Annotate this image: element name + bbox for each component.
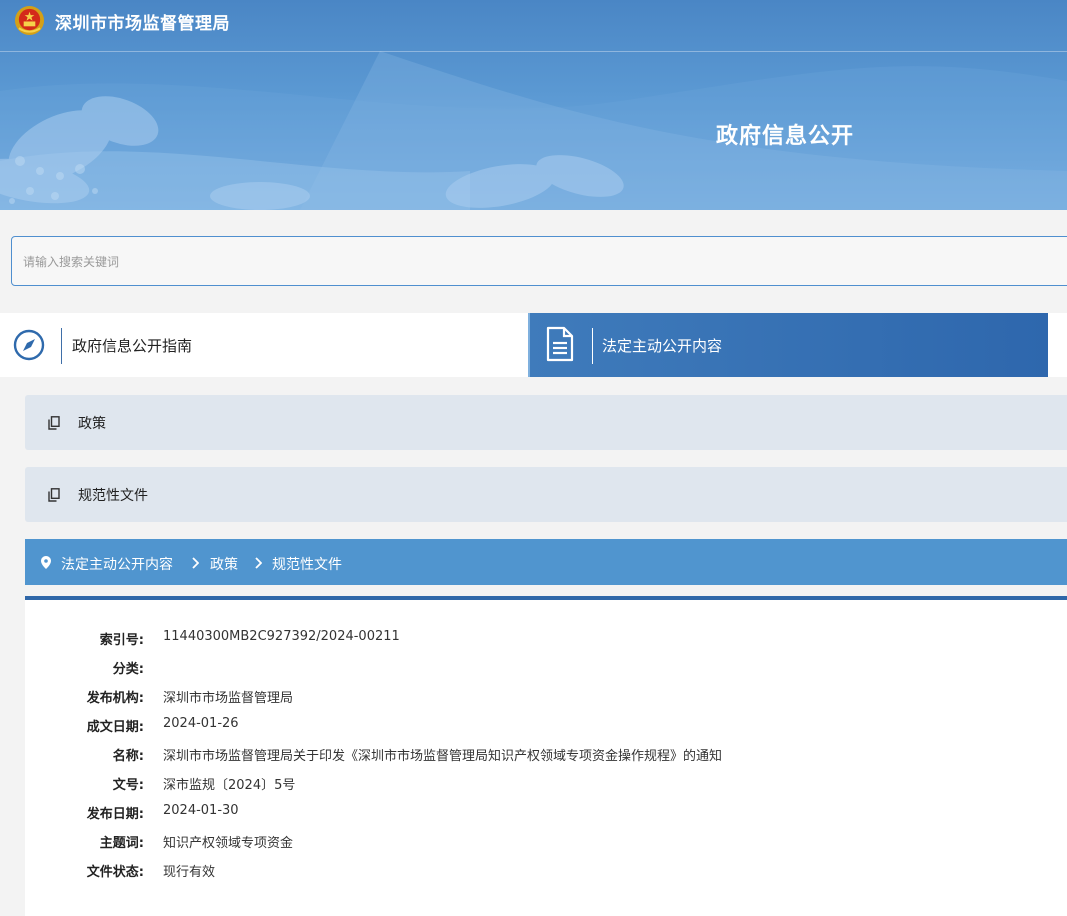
- meta-value: 2024-01-26: [163, 716, 239, 731]
- copy-icon: [48, 488, 60, 502]
- meta-label: 文号:: [112, 778, 144, 793]
- category-policy[interactable]: 政策: [25, 395, 1067, 450]
- chevron-right-icon: [192, 557, 199, 569]
- chevron-right-icon: [255, 557, 262, 569]
- meta-label: 发布机构:: [86, 691, 144, 706]
- banner-title: 政府信息公开: [716, 124, 855, 149]
- breadcrumb: 法定主动公开内容 政策 规范性文件: [25, 539, 1067, 585]
- lotus-background-art: [0, 51, 1067, 210]
- agency-name[interactable]: 深圳市市场监督管理局: [55, 9, 230, 34]
- breadcrumb-statutory-disclosure[interactable]: 法定主动公开内容: [61, 554, 173, 574]
- document-icon: [546, 326, 574, 362]
- meta-label: 文件状态:: [86, 865, 144, 880]
- tab-next-edge: [1057, 313, 1067, 377]
- meta-label: 发布日期:: [86, 807, 144, 822]
- tab-label: 政府信息公开指南: [72, 337, 193, 355]
- breadcrumb-policy[interactable]: 政策: [210, 554, 238, 574]
- meta-label: 名称:: [112, 749, 144, 764]
- meta-value: 深圳市市场监督管理局: [163, 691, 294, 706]
- meta-label: 成文日期:: [86, 720, 144, 735]
- tab-bar: 政府信息公开指南 法定主动公开内容: [0, 313, 1067, 377]
- category-label: 政策: [78, 416, 106, 432]
- tab-divider: [592, 328, 593, 364]
- meta-value: 深圳市市场监督管理局关于印发《深圳市市场监督管理局知识产权领域专项资金操作规程》…: [163, 749, 723, 764]
- meta-value: 现行有效: [163, 865, 216, 880]
- copy-icon: [48, 416, 60, 430]
- search-box: [11, 236, 1067, 287]
- meta-value: 知识产权领域专项资金: [163, 836, 294, 851]
- meta-value: 11440300MB2C927392/2024-00211: [163, 629, 400, 644]
- search-input[interactable]: [21, 237, 1065, 287]
- national-emblem-icon: [14, 5, 45, 36]
- category-label: 规范性文件: [78, 488, 148, 504]
- compass-icon: [13, 329, 45, 361]
- header-banner: 深圳市市场监督管理局 政府信息公开: [0, 0, 1067, 210]
- meta-label: 主题词:: [99, 836, 144, 851]
- category-normative-documents[interactable]: 规范性文件: [25, 467, 1067, 522]
- document-meta-panel: 索引号: 11440300MB2C927392/2024-00211 分类: 发…: [25, 596, 1067, 916]
- meta-value: 深市监规〔2024〕5号: [163, 778, 296, 793]
- tab-disclosure-guide[interactable]: 政府信息公开指南: [0, 313, 520, 377]
- breadcrumb-normative-documents[interactable]: 规范性文件: [272, 554, 342, 574]
- meta-label: 分类:: [112, 662, 144, 677]
- top-bar: 深圳市市场监督管理局: [0, 0, 1067, 52]
- meta-label: 索引号:: [99, 633, 144, 648]
- location-pin-icon: [41, 556, 51, 569]
- tab-divider: [61, 328, 62, 364]
- tab-label: 法定主动公开内容: [602, 337, 723, 355]
- meta-value: 2024-01-30: [163, 803, 239, 818]
- tab-statutory-disclosure[interactable]: 法定主动公开内容: [528, 313, 1048, 377]
